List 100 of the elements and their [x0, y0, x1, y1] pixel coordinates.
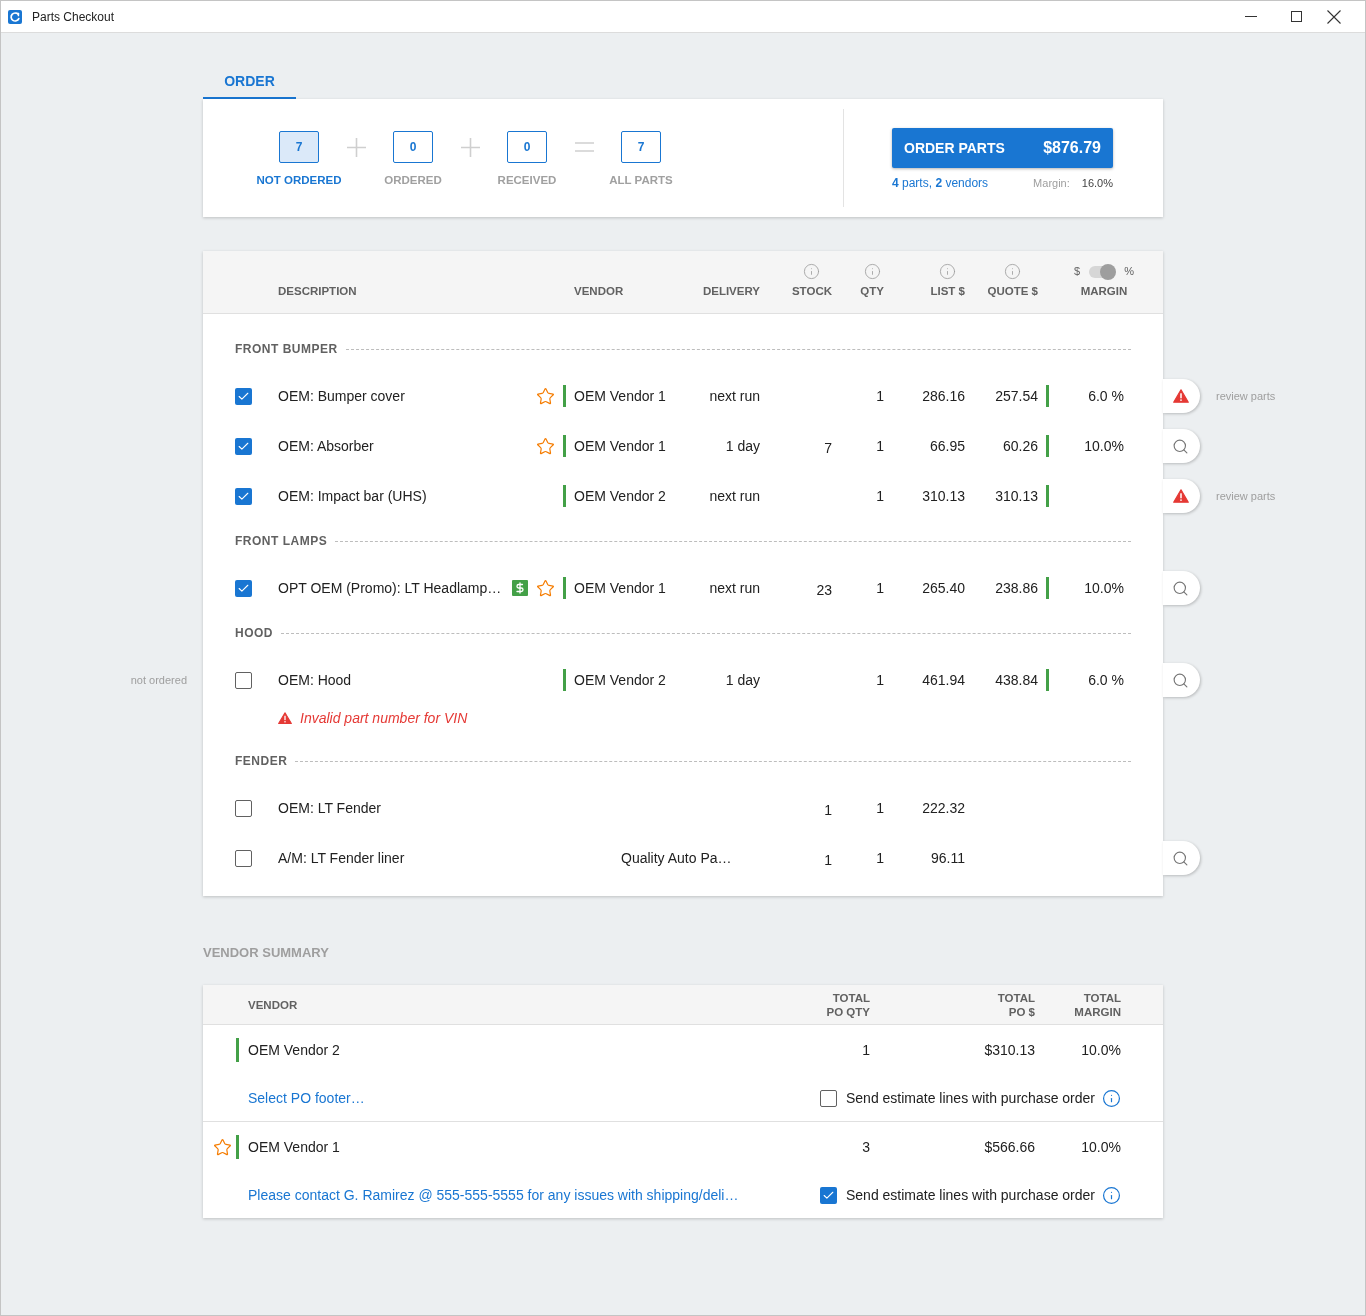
column-header: QUOTE $ [987, 284, 1038, 298]
vendor-name: Quality Auto Pa… [621, 848, 732, 868]
checkbox[interactable] [235, 487, 252, 505]
search-button[interactable] [1163, 571, 1200, 605]
checkbox[interactable] [235, 387, 252, 405]
stock-cell-text: 1 [824, 850, 832, 870]
list-price-cell-text: 286.16 [922, 386, 965, 406]
review-button[interactable] [1163, 479, 1200, 513]
part-description: OEM: Impact bar (UHS) [278, 486, 428, 506]
vendor-name: OEM Vendor 1 [248, 1137, 340, 1157]
minimize-icon [1245, 16, 1257, 17]
margin-label: Margin: [1033, 176, 1070, 190]
margin-cell-text: 6.0 % [1088, 670, 1124, 690]
toggle-label: $ [1074, 264, 1081, 280]
parts-vendors-link[interactable]: 4 parts, 2 vendors [892, 176, 989, 190]
group-heading: FRONT BUMPER [235, 341, 338, 358]
po-footer-link[interactable]: Please contact G. Ramirez @ 555-555-5555 for any issues with shipping/deli… [248, 1184, 739, 1206]
row-status-note: not ordered [130, 672, 187, 688]
margin-cell-text: 10.0% [1084, 578, 1124, 598]
po-qty-cell-text: 3 [862, 1137, 870, 1157]
count-box[interactable]: 7 [279, 131, 319, 163]
search-icon [1172, 671, 1189, 689]
column-header: TOTAL MARGIN [1074, 990, 1121, 1019]
vendor-name: OEM Vendor 2 [574, 670, 666, 690]
vendor-name: OEM Vendor 1 [574, 436, 666, 456]
part-description: OEM: Hood [278, 670, 353, 690]
checkbox[interactable] [235, 671, 252, 689]
margin-value: 16.0% [1081, 176, 1113, 190]
checkbox[interactable] [235, 579, 252, 597]
count-box[interactable]: 0 [507, 131, 547, 163]
vendor-name: OEM Vendor 2 [248, 1040, 340, 1060]
list-price-cell-text: 222.32 [922, 798, 965, 818]
row-hint: review parts [1216, 388, 1276, 404]
margin-cell-text: 6.0 % [1088, 386, 1124, 406]
group-heading: HOOD [235, 625, 273, 642]
info-icon[interactable] [1102, 1088, 1121, 1108]
plus-icon [460, 137, 480, 157]
po-total-cell-text: $566.66 [984, 1137, 1035, 1157]
count-box[interactable]: 7 [621, 131, 661, 163]
list-price-cell-text: 461.94 [922, 670, 965, 690]
checkbox-label: Send estimate lines with purchase order [845, 1088, 1095, 1108]
list-price-cell-text: 310.13 [922, 486, 965, 506]
close-icon [1327, 9, 1341, 24]
vendor-name: OEM Vendor 1 [574, 386, 666, 406]
search-button[interactable] [1163, 429, 1200, 463]
checkbox[interactable] [235, 799, 252, 817]
checkbox[interactable] [819, 1186, 837, 1204]
list-price-cell-text: 66.95 [929, 436, 965, 456]
quote-price-cell-text: 310.13 [995, 486, 1038, 506]
stock-cell-text: 7 [824, 438, 832, 458]
plus-icon [346, 137, 366, 157]
column-header: TOTAL PO QTY [826, 990, 870, 1019]
quote-price-cell-text: 257.54 [995, 386, 1038, 406]
po-qty-cell-text: 1 [862, 1040, 870, 1060]
review-button[interactable] [1163, 379, 1200, 413]
column-header: TOTAL PO $ [997, 990, 1035, 1019]
part-description: OEM: Absorber [278, 436, 375, 456]
section-title: VENDOR SUMMARY [203, 945, 329, 961]
stock-cell-text: 23 [816, 580, 832, 600]
search-button[interactable] [1163, 841, 1200, 875]
order-parts-button[interactable]: ORDER PARTS $876.79 [892, 128, 1113, 168]
checkbox[interactable] [235, 849, 252, 867]
column-header: VENDOR [574, 284, 624, 298]
list-price-cell-text: 96.11 [931, 848, 965, 868]
row-hint: review parts [1216, 488, 1276, 504]
column-header: STOCK [791, 284, 832, 298]
checkbox[interactable] [235, 437, 252, 455]
delivery-cell-text: next run [709, 386, 760, 406]
qty-cell-text: 1 [876, 798, 884, 818]
warning-icon [1172, 489, 1189, 503]
part-description: A/M: LT Fender liner [278, 848, 406, 868]
delivery-cell-text: 1 day [725, 670, 760, 690]
column-header: LIST $ [930, 284, 965, 298]
count-label: RECEIVED [497, 173, 557, 187]
toggle-label: % [1124, 264, 1134, 280]
margin-unit-switch[interactable] [1088, 263, 1117, 280]
count-label: ALL PARTS [609, 173, 673, 187]
column-header: VENDOR [248, 997, 298, 1012]
count-label: ORDERED [384, 173, 442, 187]
qty-cell-text: 1 [876, 386, 884, 406]
margin-cell-text: 10.0% [1081, 1040, 1121, 1060]
equals-icon [574, 142, 594, 152]
vendor-name: OEM Vendor 1 [574, 578, 666, 598]
part-description: OEM: Bumper cover [278, 386, 406, 406]
group-heading: FRONT LAMPS [235, 533, 328, 550]
part-description: OPT OEM (Promo): LT Headlamp… [278, 578, 503, 598]
checkbox[interactable] [819, 1089, 837, 1107]
search-button[interactable] [1163, 663, 1200, 697]
stock-cell-text: 1 [824, 800, 832, 820]
column-header: DESCRIPTION [278, 284, 357, 298]
app-logo-icon [8, 9, 22, 24]
qty-cell-text: 1 [876, 436, 884, 456]
count-box[interactable]: 0 [393, 131, 433, 163]
quote-price-cell-text: 438.84 [995, 670, 1038, 690]
qty-cell-text: 1 [876, 578, 884, 598]
warning-icon [278, 711, 292, 725]
qty-cell-text: 1 [876, 848, 884, 868]
column-header: MARGIN [1080, 284, 1128, 298]
po-footer-link[interactable]: Select PO footer… [248, 1087, 365, 1109]
info-icon[interactable] [1102, 1185, 1121, 1205]
